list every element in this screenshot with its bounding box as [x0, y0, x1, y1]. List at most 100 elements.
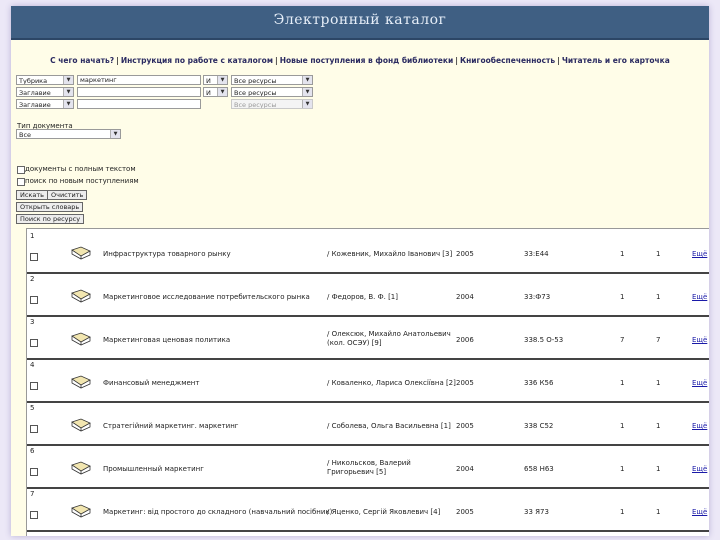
record-copies-available: 7 — [656, 336, 661, 344]
record-title[interactable]: Маркетинг: від простого до складного (на… — [103, 508, 332, 516]
record-author: / Никольсков, Валерий Григорьевич [5] — [327, 459, 411, 476]
field-select-3[interactable]: Заглавие ▼ — [16, 99, 74, 109]
book-icon — [71, 289, 91, 303]
more-link[interactable]: Ещё — [692, 379, 707, 387]
record-checkbox[interactable] — [30, 382, 38, 390]
field-select-1[interactable]: Тубрика ▼ — [16, 75, 74, 85]
doc-type-select[interactable]: Все ▼ — [16, 129, 121, 139]
record-checkbox[interactable] — [30, 253, 38, 261]
more-link[interactable]: Ещё — [692, 465, 707, 473]
record-shelfmark: 33:Ф73 — [524, 293, 551, 301]
record-title[interactable]: Маркетинговая ценовая политика — [103, 336, 230, 344]
book-icon — [71, 375, 91, 389]
record-copies-available: 1 — [656, 465, 661, 473]
record-year: 2005 — [456, 422, 474, 430]
record-title[interactable]: Инфраструктура товарного рынку — [103, 250, 231, 258]
record-title[interactable]: Финансовый менеджмент — [103, 379, 199, 387]
record-title[interactable]: Промышленный маркетинг — [103, 465, 204, 473]
table-row: 7 Маркетинг: від простого до складного (… — [27, 487, 709, 532]
more-link[interactable]: Ещё — [692, 336, 707, 344]
record-checkbox[interactable] — [30, 511, 38, 519]
table-row: 4 Финансовый менеджмент / Коваленко, Лар… — [27, 358, 709, 403]
record-number: 5 — [30, 404, 35, 412]
record-checkbox[interactable] — [30, 339, 38, 347]
search-button[interactable]: Искать — [16, 190, 48, 200]
record-copies-available: 1 — [656, 250, 661, 258]
operator-select-1[interactable]: И ▼ — [203, 75, 228, 85]
nav-link-new-arrivals[interactable]: Новые поступления в фонд библиотеки — [280, 56, 454, 65]
record-year: 2004 — [456, 293, 474, 301]
more-link[interactable]: Ещё — [692, 250, 707, 258]
record-copies-total: 1 — [620, 379, 625, 387]
book-icon — [71, 418, 91, 432]
record-copies-available: 1 — [656, 293, 661, 301]
search-input-2[interactable] — [77, 87, 201, 97]
record-year: 2005 — [456, 379, 474, 387]
book-icon — [71, 461, 91, 475]
record-checkbox[interactable] — [30, 296, 38, 304]
nav-link-reader-card[interactable]: Читатель и его карточка — [562, 56, 670, 65]
record-copies-available: 1 — [656, 422, 661, 430]
chevron-down-icon: ▼ — [302, 76, 312, 84]
record-number: 2 — [30, 275, 35, 283]
book-icon — [71, 504, 91, 518]
chevron-down-icon: ▼ — [63, 88, 73, 96]
record-author: / Федоров, В. Ф. [1] — [327, 293, 398, 301]
chevron-down-icon: ▼ — [302, 88, 312, 96]
book-icon — [71, 246, 91, 260]
record-copies-total: 7 — [620, 336, 625, 344]
fulltext-checkbox[interactable] — [17, 166, 25, 174]
chevron-down-icon: ▼ — [110, 130, 120, 138]
dictionary-button[interactable]: Открыть словарь — [16, 202, 84, 212]
record-checkbox[interactable] — [30, 425, 38, 433]
new-arrivals-checkbox-label: поиск по новым поступлениям — [25, 177, 139, 185]
table-row: 2 Маркетинговое исследование потребитель… — [27, 272, 709, 317]
record-copies-total: 1 — [620, 508, 625, 516]
field-select-2[interactable]: Заглавие ▼ — [16, 87, 74, 97]
chevron-down-icon: ▼ — [217, 88, 227, 96]
scope-select-1[interactable]: Все ресурсы ▼ — [231, 75, 313, 85]
nav-link-book-supply[interactable]: Книгообеспеченность — [460, 56, 555, 65]
record-year: 2006 — [456, 336, 474, 344]
book-icon — [71, 332, 91, 346]
record-number: 7 — [30, 490, 35, 498]
record-year: 2005 — [456, 250, 474, 258]
catalog-window: Электронный каталог С чего начать? | Инстр… — [11, 6, 709, 536]
more-link[interactable]: Ещё — [692, 508, 707, 516]
record-title[interactable]: Маркетинговое исследование потребительск… — [103, 293, 310, 301]
table-row: 5 Стратегійний маркетинг. маркетинг / Со… — [27, 401, 709, 446]
record-author: / Олексюк, Михайло Анатольевич (кол. ОСЭ… — [327, 330, 451, 347]
scope-select-2[interactable]: Все ресурсы ▼ — [231, 87, 313, 97]
scope-select-3: Все ресурсы ▼ — [231, 99, 313, 109]
chevron-down-icon: ▼ — [302, 100, 312, 108]
record-shelfmark: 33:Е44 — [524, 250, 549, 258]
clear-button[interactable]: Очистить — [47, 190, 88, 200]
record-year: 2004 — [456, 465, 474, 473]
record-copies-available: 1 — [656, 379, 661, 387]
record-author: / Коваленко, Лариса Олексіївна [2] — [327, 379, 456, 387]
record-shelfmark: 336 К56 — [524, 379, 554, 387]
table-row: 3 Маркетинговая ценовая политика / Олекс… — [27, 315, 709, 360]
more-link[interactable]: Ещё — [692, 293, 707, 301]
chevron-down-icon: ▼ — [63, 76, 73, 84]
record-number: 6 — [30, 447, 35, 455]
nav-bar: С чего начать? | Инструкция по работе с ка… — [50, 56, 670, 65]
record-title[interactable]: Стратегійний маркетинг. маркетинг — [103, 422, 238, 430]
nav-link-instructions[interactable]: Инструкция по работе с каталогом — [121, 56, 273, 65]
more-link[interactable]: Ещё — [692, 422, 707, 430]
search-input-1[interactable]: маркетинг — [77, 75, 201, 85]
fulltext-checkbox-label: документы с полным текстом — [25, 165, 136, 173]
record-year: 2005 — [456, 508, 474, 516]
new-arrivals-checkbox[interactable] — [17, 178, 25, 186]
record-checkbox[interactable] — [30, 468, 38, 476]
record-shelfmark: 338 С52 — [524, 422, 554, 430]
record-copies-total: 1 — [620, 250, 625, 258]
nav-link-start[interactable]: С чего начать? — [50, 56, 114, 65]
record-author: / Яценко, Сергій Яковлевич [4] — [327, 508, 441, 516]
title-bar: Электронный каталог — [11, 6, 709, 40]
operator-select-2[interactable]: И ▼ — [203, 87, 228, 97]
resource-search-button[interactable]: Поиск по ресурсу — [16, 214, 85, 224]
search-input-3[interactable] — [77, 99, 201, 109]
record-number: 3 — [30, 318, 35, 326]
record-copies-total: 1 — [620, 293, 625, 301]
